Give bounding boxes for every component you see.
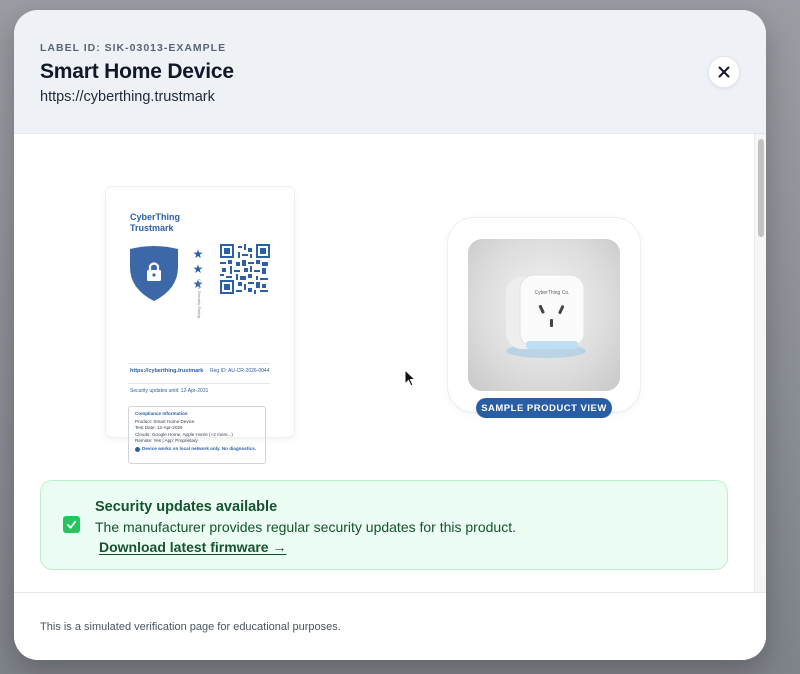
label-url: https://cyberthing.trustmark bbox=[130, 368, 204, 374]
compliance-box: Compliance Information Product: Smart Ho… bbox=[128, 406, 266, 464]
compliance-note-text: Device works on local network only. No d… bbox=[142, 446, 257, 452]
star-icon: ★ bbox=[192, 262, 204, 276]
security-title: Security updates available bbox=[95, 499, 278, 515]
label-brand: CyberThing Trustmark bbox=[130, 212, 180, 234]
label-security-until: Security updates until: 12-Apr-2031 bbox=[130, 388, 209, 394]
compliance-note: Device works on local network only. No d… bbox=[135, 446, 259, 452]
qr-code-icon bbox=[220, 244, 270, 294]
body-scrollbar[interactable] bbox=[754, 134, 766, 592]
modal-footer: This is a simulated verification page fo… bbox=[14, 592, 766, 660]
info-icon bbox=[135, 446, 140, 452]
close-button[interactable] bbox=[708, 56, 740, 88]
mouse-pointer-icon bbox=[404, 369, 416, 387]
label-id: LABEL ID: SIK-03013-EXAMPLE bbox=[40, 42, 227, 54]
brand-line-2: Trustmark bbox=[130, 223, 174, 233]
rating-vertical-text: Cyber Security Rating bbox=[197, 279, 202, 318]
device-url: https://cyberthing.trustmark bbox=[40, 89, 215, 105]
scrollbar-thumb[interactable] bbox=[758, 139, 764, 237]
modal-body: CyberThing Trustmark ★ ★ ★ Cyber Securit… bbox=[14, 134, 754, 592]
compliance-title: Compliance Information bbox=[135, 411, 188, 416]
brand-line-1: CyberThing bbox=[130, 212, 181, 222]
download-firmware-link[interactable]: Download latest firmware → bbox=[99, 539, 286, 555]
product-image: CyberThing Co. bbox=[468, 239, 620, 391]
check-icon bbox=[63, 516, 80, 533]
shield-lock-icon bbox=[130, 246, 178, 301]
footer-disclaimer: This is a simulated verification page fo… bbox=[40, 621, 341, 633]
product-frame: CyberThing Co. bbox=[448, 218, 640, 412]
verification-modal: LABEL ID: SIK-03013-EXAMPLE Smart Home D… bbox=[14, 10, 766, 660]
security-description: The manufacturer provides regular securi… bbox=[95, 519, 516, 535]
label-divider bbox=[128, 383, 270, 384]
star-icon: ★ bbox=[192, 247, 204, 261]
compliance-remote: Remote: Yes | App: Proprietary bbox=[135, 437, 198, 443]
modal-title: Smart Home Device bbox=[40, 60, 234, 83]
label-divider bbox=[128, 363, 270, 364]
label-reg-id: Reg ID: AU-CR-2026-0044 bbox=[210, 368, 270, 374]
trustmark-label: CyberThing Trustmark ★ ★ ★ Cyber Securit… bbox=[106, 187, 294, 464]
close-icon bbox=[718, 66, 730, 78]
smart-plug-image: CyberThing Co. bbox=[506, 274, 586, 358]
device-brand: CyberThing Co. bbox=[534, 290, 569, 296]
modal-header: LABEL ID: SIK-03013-EXAMPLE Smart Home D… bbox=[14, 10, 766, 134]
security-updates-banner: Security updates available The manufactu… bbox=[40, 480, 728, 570]
sample-product-badge: SAMPLE PRODUCT VIEW bbox=[476, 398, 612, 418]
